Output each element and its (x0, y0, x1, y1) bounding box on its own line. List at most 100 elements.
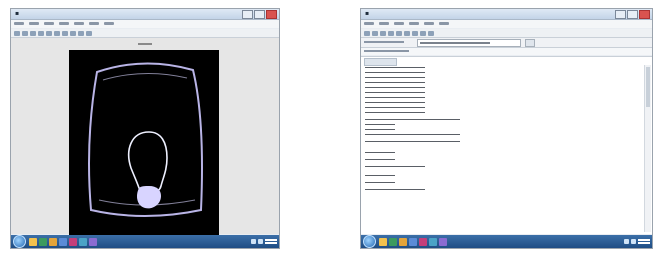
media-icon[interactable] (389, 237, 397, 246)
zoom-out-icon[interactable] (62, 30, 68, 36)
save-icon[interactable] (30, 30, 36, 36)
menu-item[interactable] (439, 22, 449, 25)
figure-titlebar: ▪ (11, 9, 279, 20)
network-icon[interactable] (251, 239, 256, 244)
output-line (365, 175, 395, 176)
menu-item[interactable] (379, 22, 389, 25)
new-file-icon[interactable] (364, 30, 370, 36)
menu-item[interactable] (29, 22, 39, 25)
current-folder-label (364, 41, 404, 43)
help-icon[interactable] (428, 30, 434, 36)
system-tray (251, 237, 277, 246)
app-icon[interactable] (79, 237, 87, 246)
data-cursor-icon[interactable] (86, 30, 92, 36)
taskbar (11, 235, 279, 248)
rotate-icon[interactable] (78, 30, 84, 36)
figure-title-icon: ▪ (15, 10, 20, 17)
clock[interactable] (265, 239, 277, 244)
vertical-scrollbar[interactable] (644, 65, 651, 232)
close-button[interactable] (266, 10, 277, 19)
zoom-in-icon[interactable] (54, 30, 60, 36)
figure-window-screenshot: ▪ (10, 8, 280, 249)
windows-start-icon[interactable] (363, 235, 376, 248)
volume-icon[interactable] (258, 239, 263, 244)
menu-item[interactable] (44, 22, 54, 25)
paste-icon[interactable] (396, 30, 402, 36)
window-controls (242, 10, 277, 19)
open-file-icon[interactable] (22, 30, 28, 36)
browse-folder-button[interactable] (525, 39, 535, 47)
copy-icon[interactable] (388, 30, 394, 36)
pointer-icon[interactable] (46, 30, 52, 36)
app-icon[interactable] (439, 237, 447, 246)
app-icon[interactable] (59, 237, 67, 246)
menu-item[interactable] (364, 22, 374, 25)
output-line (365, 87, 425, 88)
output-line (365, 141, 460, 142)
menu-item[interactable] (394, 22, 404, 25)
matlab-icon[interactable] (419, 237, 427, 246)
command-window-screenshot: ▪ (360, 8, 653, 249)
current-folder-field[interactable] (417, 39, 521, 47)
app-icon[interactable] (429, 237, 437, 246)
pan-icon[interactable] (70, 30, 76, 36)
menu-item[interactable] (74, 22, 84, 25)
open-file-icon[interactable] (372, 30, 378, 36)
output-line (365, 129, 395, 130)
image-axes[interactable] (69, 50, 219, 237)
output-line (365, 107, 425, 108)
command-menubar (361, 20, 652, 28)
folder-icon[interactable] (399, 237, 407, 246)
app-icon[interactable] (89, 237, 97, 246)
simulink-icon[interactable] (420, 30, 426, 36)
explorer-icon[interactable] (29, 237, 37, 246)
inner-contour (127, 131, 168, 194)
menu-item[interactable] (424, 22, 434, 25)
taskbar (361, 235, 652, 248)
menu-item[interactable] (89, 22, 99, 25)
windows-start-icon[interactable] (13, 235, 26, 248)
scroll-thumb[interactable] (646, 67, 650, 107)
system-tray (624, 237, 650, 246)
figure-toolbar (11, 29, 279, 38)
figure-canvas (11, 38, 279, 237)
output-line (365, 92, 425, 93)
folder-icon[interactable] (49, 237, 57, 246)
volume-icon[interactable] (631, 239, 636, 244)
minimize-button[interactable] (615, 10, 626, 19)
print-icon[interactable] (38, 30, 44, 36)
current-folder-bar (361, 38, 652, 48)
redo-icon[interactable] (412, 30, 418, 36)
command-window-tab[interactable] (364, 58, 397, 66)
window-controls (615, 10, 650, 19)
cut-icon[interactable] (380, 30, 386, 36)
output-line (365, 67, 425, 68)
explorer-icon[interactable] (379, 237, 387, 246)
command-window[interactable] (361, 56, 652, 234)
output-line (365, 182, 395, 183)
matlab-icon[interactable] (69, 237, 77, 246)
undo-icon[interactable] (404, 30, 410, 36)
output-line (365, 112, 425, 113)
media-icon[interactable] (39, 237, 47, 246)
segmented-image (88, 62, 203, 217)
output-line (365, 72, 425, 73)
maximize-button[interactable] (254, 10, 265, 19)
output-line (365, 189, 425, 190)
close-button[interactable] (639, 10, 650, 19)
clock[interactable] (638, 239, 650, 244)
maximize-button[interactable] (627, 10, 638, 19)
menu-item[interactable] (14, 22, 24, 25)
menu-item[interactable] (104, 22, 114, 25)
output-line (365, 152, 395, 153)
output-line (365, 77, 425, 78)
menu-item[interactable] (59, 22, 69, 25)
network-icon[interactable] (624, 239, 629, 244)
new-figure-icon[interactable] (14, 30, 20, 36)
output-line (365, 124, 395, 125)
app-icon[interactable] (409, 237, 417, 246)
menu-item[interactable] (409, 22, 419, 25)
figure-label (11, 41, 279, 47)
minimize-button[interactable] (242, 10, 253, 19)
figure-menubar (11, 20, 279, 28)
